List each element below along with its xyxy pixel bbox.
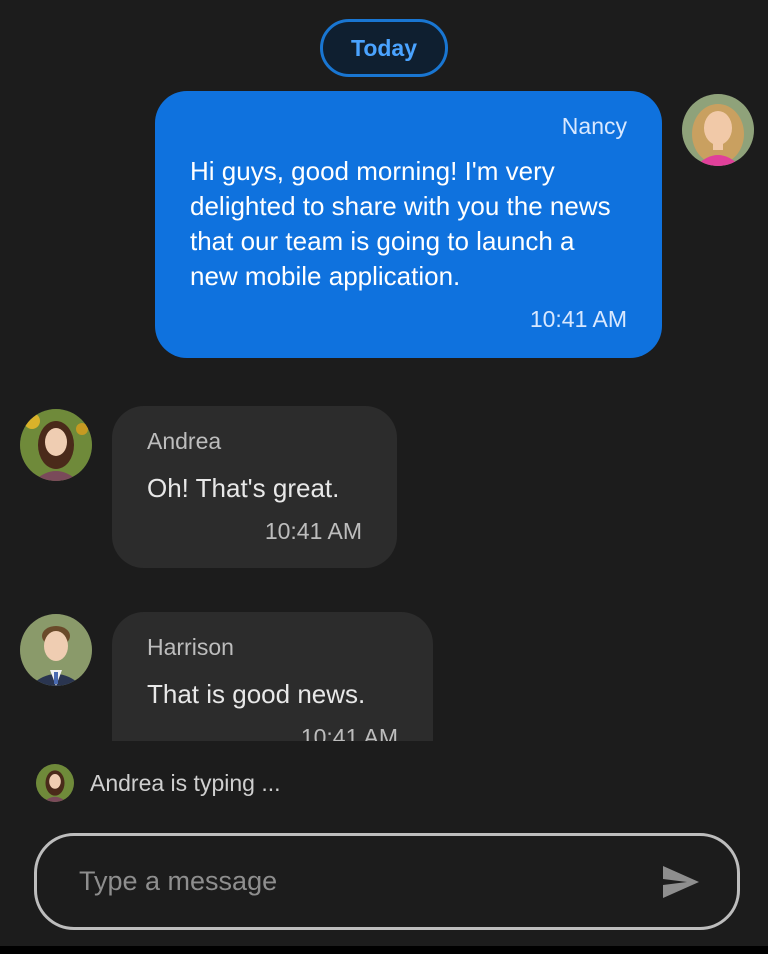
avatar-harrison[interactable]	[20, 614, 92, 686]
bottom-edge-bar	[0, 946, 768, 954]
avatar-nancy[interactable]	[682, 94, 754, 166]
message-text: That is good news.	[147, 679, 366, 709]
avatar-andrea[interactable]	[20, 409, 92, 481]
message-time: 10:41 AM	[529, 306, 627, 332]
typing-avatar-andrea	[36, 764, 74, 802]
message-text: Hi guys, good morning! I'm very delighte…	[190, 156, 611, 291]
message-bubble-andrea[interactable]: Andrea Oh! That's great. 10:41 AM	[112, 406, 397, 568]
message-time: 10:41 AM	[300, 724, 398, 741]
message-composer	[34, 833, 740, 930]
typing-indicator: Andrea is typing ...	[36, 764, 281, 802]
message-bubble-nancy[interactable]: Nancy Hi guys, good morning! I'm very de…	[155, 91, 662, 358]
message-input[interactable]	[77, 865, 653, 898]
message-bubble-harrison[interactable]: Harrison That is good news. 10:41 AM	[112, 612, 433, 741]
message-list[interactable]: Today Nancy Hi guys, good morning! I'm v…	[0, 0, 768, 741]
message-time: 10:41 AM	[264, 518, 362, 544]
sender-name: Andrea	[147, 428, 222, 454]
send-button[interactable]	[653, 854, 709, 910]
message-text: Oh! That's great.	[147, 473, 340, 503]
send-icon	[663, 865, 699, 898]
sender-name: Nancy	[561, 113, 627, 139]
day-divider: Today	[320, 19, 448, 77]
day-divider-label: Today	[350, 34, 418, 61]
chat-screen: Today Nancy Hi guys, good morning! I'm v…	[0, 0, 768, 954]
typing-indicator-text: Andrea is typing ...	[90, 769, 281, 796]
sender-name: Harrison	[147, 634, 234, 660]
